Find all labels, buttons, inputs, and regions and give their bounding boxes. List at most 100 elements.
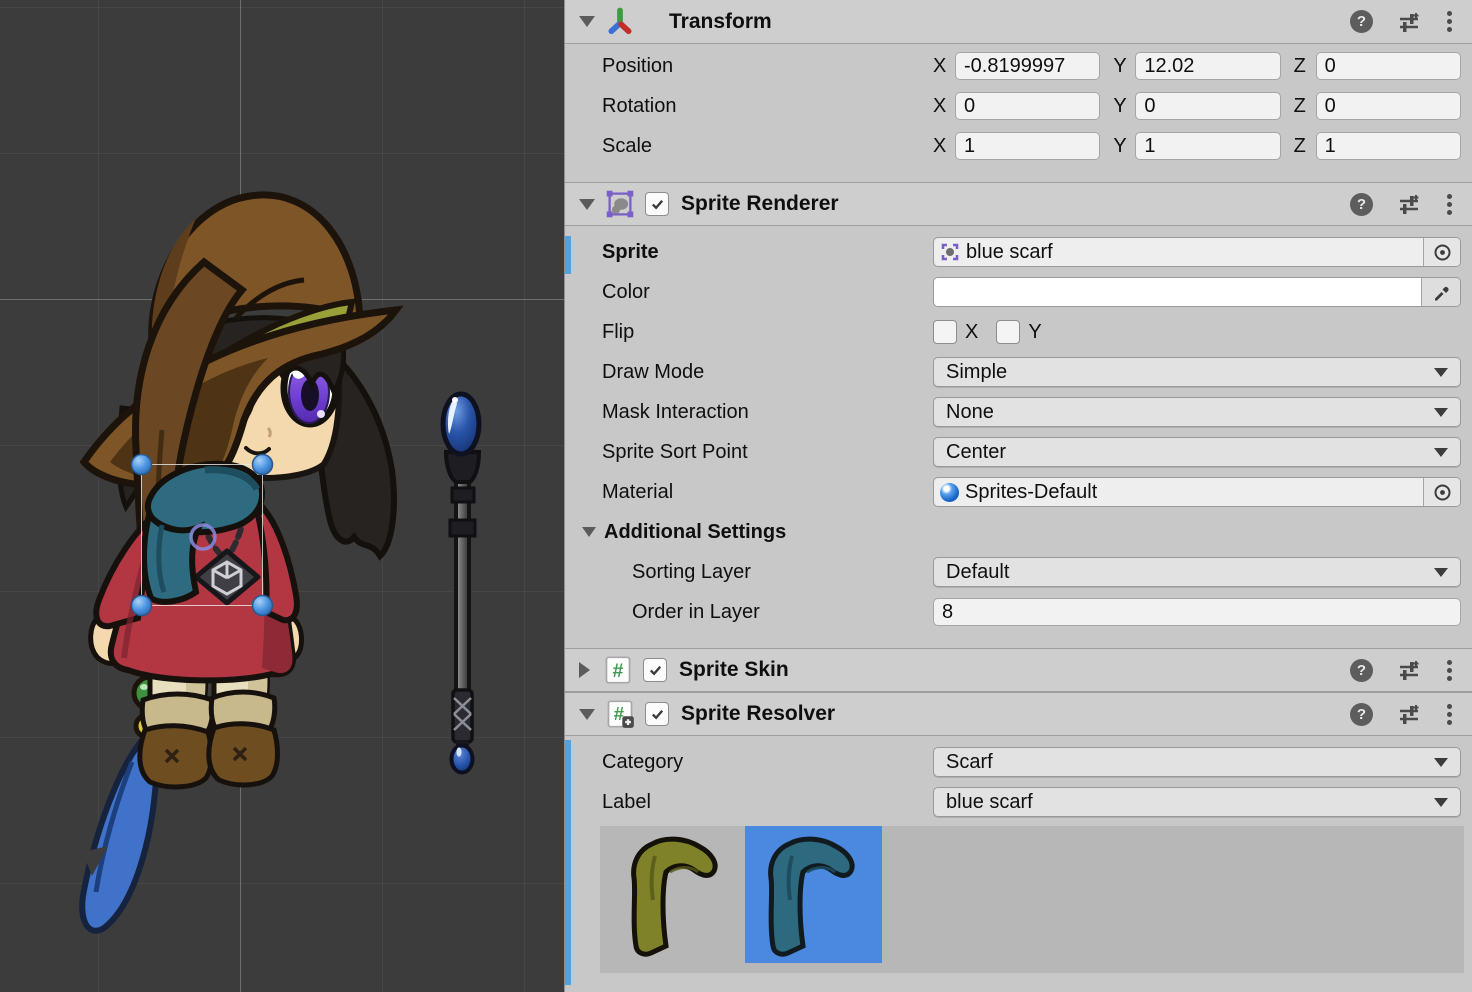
flip-label: Flip (602, 321, 933, 344)
material-object-field[interactable]: Sprites-Default (933, 477, 1461, 507)
axis-y-label: Y (1113, 135, 1129, 158)
presets-icon[interactable] (1397, 658, 1421, 682)
label-dropdown[interactable]: blue scarf (933, 787, 1461, 817)
more-menu-icon[interactable] (1445, 702, 1454, 727)
check-icon (650, 707, 665, 722)
draw-mode-dropdown[interactable]: Simple (933, 357, 1461, 387)
unity-editor: Transform ? Position X (0, 0, 1472, 992)
scene-canvas[interactable] (0, 0, 564, 992)
color-field[interactable] (933, 277, 1461, 307)
axis-x-label: X (933, 55, 949, 78)
foldout-open-icon[interactable] (579, 199, 595, 210)
color-swatch-white[interactable] (934, 278, 1421, 306)
foldout-open-icon[interactable] (579, 16, 595, 27)
sprite-renderer-header[interactable]: Sprite Renderer ? (565, 182, 1472, 226)
foldout-closed-icon[interactable] (579, 662, 590, 678)
flip-y-label: Y (1028, 321, 1041, 344)
position-x-input[interactable] (955, 52, 1100, 80)
order-in-layer-label: Order in Layer (602, 601, 933, 624)
mask-interaction-row: Mask Interaction None (565, 392, 1472, 432)
inspector-panel: Transform ? Position X (565, 0, 1472, 992)
mask-interaction-dropdown[interactable]: None (933, 397, 1461, 427)
staff-sprite[interactable] (443, 394, 479, 773)
sprite-resolver-header[interactable]: # Sprite Resolver ? (565, 692, 1472, 736)
component-enabled-checkbox[interactable] (645, 192, 669, 216)
axis-y-label: Y (1113, 55, 1129, 78)
sprite-mini-icon (940, 242, 960, 262)
character-sprite[interactable] (82, 195, 396, 931)
chevron-down-icon (1434, 568, 1448, 577)
chevron-down-icon (1434, 798, 1448, 807)
rotation-x-input[interactable] (955, 92, 1100, 120)
component-enabled-checkbox[interactable] (643, 658, 667, 682)
more-menu-icon[interactable] (1445, 9, 1454, 34)
handle-top-left[interactable] (132, 455, 152, 475)
flip-x-checkbox[interactable] (933, 320, 957, 344)
flip-y-checkbox[interactable] (996, 320, 1020, 344)
order-in-layer-input[interactable] (933, 598, 1461, 626)
color-label: Color (602, 281, 933, 304)
help-icon[interactable]: ? (1350, 659, 1373, 682)
position-z-input[interactable] (1316, 52, 1461, 80)
material-sphere-icon (940, 483, 959, 502)
position-y-input[interactable] (1135, 52, 1280, 80)
script-icon: # (603, 655, 633, 685)
sprite-thumbnail-blue-scarf[interactable] (745, 826, 882, 963)
sprite-sort-point-row: Sprite Sort Point Center (565, 432, 1472, 472)
scale-z-input[interactable] (1316, 132, 1461, 160)
axis-x-label: X (933, 95, 949, 118)
sprite-renderer-icon (605, 189, 635, 219)
sprite-thumbnail-green-scarf[interactable] (608, 826, 745, 963)
scale-label: Scale (602, 135, 933, 158)
sprite-sort-point-dropdown[interactable]: Center (933, 437, 1461, 467)
more-menu-icon[interactable] (1445, 658, 1454, 683)
color-row: Color (565, 272, 1472, 312)
foldout-open-icon[interactable] (582, 527, 596, 537)
presets-icon[interactable] (1397, 10, 1421, 34)
object-picker-icon[interactable] (1423, 238, 1460, 266)
foldout-open-icon[interactable] (579, 709, 595, 720)
object-picker-icon[interactable] (1423, 478, 1460, 506)
material-label: Material (602, 481, 933, 504)
transform-title: Transform (669, 10, 772, 34)
scale-x-input[interactable] (955, 132, 1100, 160)
position-row: Position X Y Z (565, 46, 1472, 86)
more-menu-icon[interactable] (1445, 192, 1454, 217)
transform-body: Position X Y Z Rotation X Y (565, 44, 1472, 182)
sprite-resolver-body: Category Scarf Label blue scarf (565, 736, 1472, 989)
category-dropdown[interactable]: Scarf (933, 747, 1461, 777)
category-value: Scarf (946, 751, 993, 774)
presets-icon[interactable] (1397, 192, 1421, 216)
sorting-layer-dropdown[interactable]: Default (933, 557, 1461, 587)
additional-settings-row[interactable]: Additional Settings (565, 512, 1472, 552)
help-icon[interactable]: ? (1350, 193, 1373, 216)
green-scarf-image (608, 826, 745, 963)
chevron-down-icon (1434, 448, 1448, 457)
rotation-z-input[interactable] (1316, 92, 1461, 120)
scale-y-input[interactable] (1135, 132, 1280, 160)
chevron-down-icon (1434, 758, 1448, 767)
handle-top-right[interactable] (253, 455, 273, 475)
presets-icon[interactable] (1397, 702, 1421, 726)
component-enabled-checkbox[interactable] (645, 702, 669, 726)
script-plus-icon: # (605, 699, 635, 729)
flip-row: Flip X Y (565, 312, 1472, 352)
sprite-skin-header[interactable]: # Sprite Skin ? (565, 648, 1472, 692)
sprite-object-field[interactable]: blue scarf (933, 237, 1461, 267)
rotation-y-input[interactable] (1135, 92, 1280, 120)
handle-bottom-right[interactable] (253, 596, 273, 616)
scene-view[interactable] (0, 0, 564, 992)
sprite-skin-title: Sprite Skin (679, 658, 789, 682)
help-icon[interactable]: ? (1350, 703, 1373, 726)
sprite-sort-point-label: Sprite Sort Point (602, 441, 933, 464)
rotation-row: Rotation X Y Z (565, 86, 1472, 126)
sprite-variant-strip (600, 826, 1464, 973)
transform-header[interactable]: Transform ? (565, 0, 1472, 44)
help-icon[interactable]: ? (1350, 10, 1373, 33)
handle-bottom-left[interactable] (132, 596, 152, 616)
sprite-row: Sprite blue scarf (565, 232, 1472, 272)
mask-interaction-value: None (946, 401, 994, 424)
svg-text:#: # (613, 660, 624, 682)
eyedropper-icon[interactable] (1421, 278, 1460, 306)
check-icon (648, 663, 663, 678)
